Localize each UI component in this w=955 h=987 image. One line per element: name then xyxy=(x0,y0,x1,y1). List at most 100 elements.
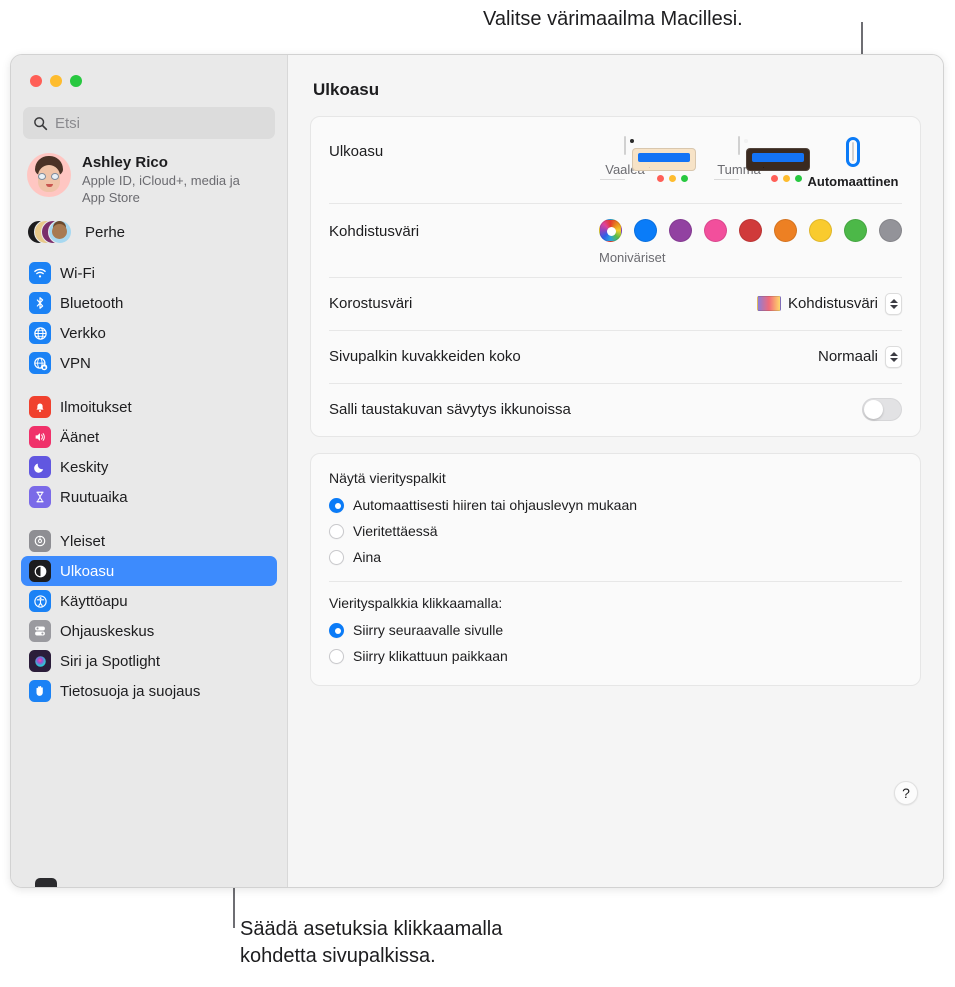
sidebar-item-siri-spotlight[interactable]: Siri ja Spotlight xyxy=(21,646,277,676)
scrollbar-option-always[interactable]: Aina xyxy=(329,544,902,570)
sidebar-group-network: Wi-Fi Bluetooth Verkko VPN xyxy=(21,258,277,378)
sidebar-item-sound[interactable]: Äänet xyxy=(21,422,277,452)
accent-color-label: Kohdistusväri xyxy=(329,223,420,240)
auto-thumbnail xyxy=(852,142,854,161)
hand-icon xyxy=(29,680,51,703)
sidebar-item-appearance[interactable]: Ulkoasu xyxy=(21,556,277,587)
highlight-color-row: Korostusväri Kohdistusväri xyxy=(311,277,920,330)
scrollbar-click-option-spot-clicked[interactable]: Siirry klikattuun paikkaan xyxy=(329,643,902,669)
help-button[interactable]: ? xyxy=(894,781,918,805)
moon-icon xyxy=(29,456,51,479)
scrollbar-option-auto[interactable]: Automaattisesti hiiren tai ohjauslevyn m… xyxy=(329,492,902,518)
sidebar-icon-size-popup[interactable]: Normaali xyxy=(817,345,902,368)
scrollbar-click-option-next-page[interactable]: Siirry seuraavalle sivulle xyxy=(329,617,902,643)
minimize-button[interactable] xyxy=(50,75,62,87)
sidebar-item-partial-icon[interactable] xyxy=(35,878,57,887)
appearance-option-auto[interactable]: Automaattinen xyxy=(804,137,902,189)
sidebar-item-label: VPN xyxy=(60,354,91,372)
wallpaper-tinting-label: Salli taustakuvan sävytys ikkunoissa xyxy=(329,401,571,418)
search-placeholder: Etsi xyxy=(55,114,81,132)
sidebar-item-control-center[interactable]: Ohjauskeskus xyxy=(21,616,277,646)
accent-color-swatches xyxy=(599,219,902,242)
accent-color-caption: Moniväriset xyxy=(599,250,666,265)
sidebar-item-accessibility[interactable]: Käyttöapu xyxy=(21,586,277,616)
sidebar-item-screentime[interactable]: Ruutuaika xyxy=(21,482,277,512)
sidebar-item-family[interactable]: Perhe xyxy=(11,210,287,252)
chevron-updown-icon[interactable] xyxy=(885,345,902,368)
radio-button[interactable] xyxy=(329,549,344,565)
accent-swatch-purple[interactable] xyxy=(669,219,692,242)
radio-button-selected[interactable] xyxy=(329,622,344,638)
sidebar-item-focus[interactable]: Keskity xyxy=(21,452,277,482)
accent-swatch-orange[interactable] xyxy=(774,219,797,242)
appearance-icon xyxy=(29,560,51,583)
sidebar-item-label: Käyttöapu xyxy=(60,592,128,610)
system-settings-window: Etsi Ashley Rico Apple ID, iCloud+, medi… xyxy=(10,54,944,888)
sidebar-item-vpn[interactable]: VPN xyxy=(21,348,277,378)
radio-label: Automaattisesti hiiren tai ohjauslevyn m… xyxy=(353,497,638,513)
sidebar-item-privacy-security[interactable]: Tietosuoja ja suojaus xyxy=(21,676,277,706)
detail-pane: Ulkoasu Ulkoasu Vaalea Tumma Automaattin… xyxy=(288,55,943,887)
accent-swatch-blue[interactable] xyxy=(634,219,657,242)
apple-account-row[interactable]: Ashley Rico Apple ID, iCloud+, media ja … xyxy=(11,139,287,210)
highlight-color-popup[interactable]: Kohdistusväri xyxy=(756,292,902,315)
appearance-option-dark[interactable]: Tumma xyxy=(690,136,810,189)
account-name: Ashley Rico xyxy=(82,154,168,171)
scrollbar-option-when-scrolling[interactable]: Vieritettäessä xyxy=(329,518,902,544)
close-button[interactable] xyxy=(30,75,42,87)
sidebar-item-label: Yleiset xyxy=(60,532,106,550)
chevron-updown-icon[interactable] xyxy=(885,292,902,315)
speaker-icon xyxy=(29,426,51,449)
radio-button[interactable] xyxy=(329,648,344,664)
search-container: Etsi xyxy=(11,107,287,139)
search-input[interactable]: Etsi xyxy=(23,107,275,139)
family-label: Perhe xyxy=(85,223,126,241)
light-thumbnail xyxy=(600,136,696,182)
sidebar-item-label: Tietosuoja ja suojaus xyxy=(60,682,201,700)
sidebar-item-network[interactable]: Verkko xyxy=(21,318,277,348)
gear-icon xyxy=(29,530,51,553)
sidebar-item-bluetooth[interactable]: Bluetooth xyxy=(21,288,277,318)
sidebar-icon-size-value: Normaali xyxy=(817,348,878,365)
radio-label: Aina xyxy=(353,549,382,565)
wallpaper-tinting-toggle[interactable] xyxy=(862,398,902,421)
accent-swatch-multicolor[interactable] xyxy=(599,219,622,242)
wifi-icon xyxy=(29,262,51,285)
accent-swatch-red[interactable] xyxy=(739,219,762,242)
zoom-button[interactable] xyxy=(70,75,82,87)
sidebar-item-wifi[interactable]: Wi-Fi xyxy=(21,258,277,288)
divider xyxy=(329,581,902,582)
accent-swatch-green[interactable] xyxy=(844,219,867,242)
sidebar-item-label: Ilmoitukset xyxy=(60,398,132,416)
accent-swatch-graphite[interactable] xyxy=(879,219,902,242)
appearance-option-light[interactable]: Vaalea xyxy=(576,136,696,189)
show-scrollbars-title: Näytä vierityspalkit xyxy=(329,470,446,486)
sidebar: Etsi Ashley Rico Apple ID, iCloud+, medi… xyxy=(11,55,288,887)
scrollbar-click-title: Vierityspalkkia klikkaamalla: xyxy=(329,595,503,611)
sidebar-item-label: Äänet xyxy=(60,428,100,446)
bell-icon xyxy=(29,396,51,419)
sidebar-item-label: Siri ja Spotlight xyxy=(60,652,161,670)
annotation-top: Valitse värimaailma Macillesi. xyxy=(483,8,743,30)
account-subtitle: Apple ID, iCloud+, media ja App Store xyxy=(82,173,240,206)
family-avatars xyxy=(27,218,73,246)
sidebar-item-general[interactable]: Yleiset xyxy=(21,526,277,556)
radio-button-selected[interactable] xyxy=(329,497,344,513)
highlight-color-label: Korostusväri xyxy=(329,295,413,312)
appearance-label: Ulkoasu xyxy=(329,143,384,160)
sidebar-group-alerts: Ilmoitukset Äänet Keskity Ruutuaika xyxy=(21,392,277,512)
highlight-color-value: Kohdistusväri xyxy=(787,295,878,312)
sidebar-group-system: Yleiset Ulkoasu Käyttöapu Ohjauskeskus S… xyxy=(21,526,277,706)
bluetooth-icon xyxy=(29,292,51,315)
radio-label: Siirry seuraavalle sivulle xyxy=(353,622,504,638)
accent-swatch-pink[interactable] xyxy=(704,219,727,242)
radio-button[interactable] xyxy=(329,523,344,539)
sidebar-item-label: Verkko xyxy=(60,324,106,342)
sidebar-item-notifications[interactable]: Ilmoitukset xyxy=(21,392,277,422)
sidebar-icon-size-row: Sivupalkin kuvakkeiden koko Normaali xyxy=(311,330,920,383)
sidebar-item-label: Wi-Fi xyxy=(60,264,95,282)
annotation-bottom: Säädä asetuksia klikkaamalla kohdetta si… xyxy=(240,918,503,967)
sidebar-item-label: Ulkoasu xyxy=(60,562,115,580)
accent-swatch-yellow[interactable] xyxy=(809,219,832,242)
appearance-row: Ulkoasu Vaalea Tumma Automaattinen xyxy=(311,117,920,203)
